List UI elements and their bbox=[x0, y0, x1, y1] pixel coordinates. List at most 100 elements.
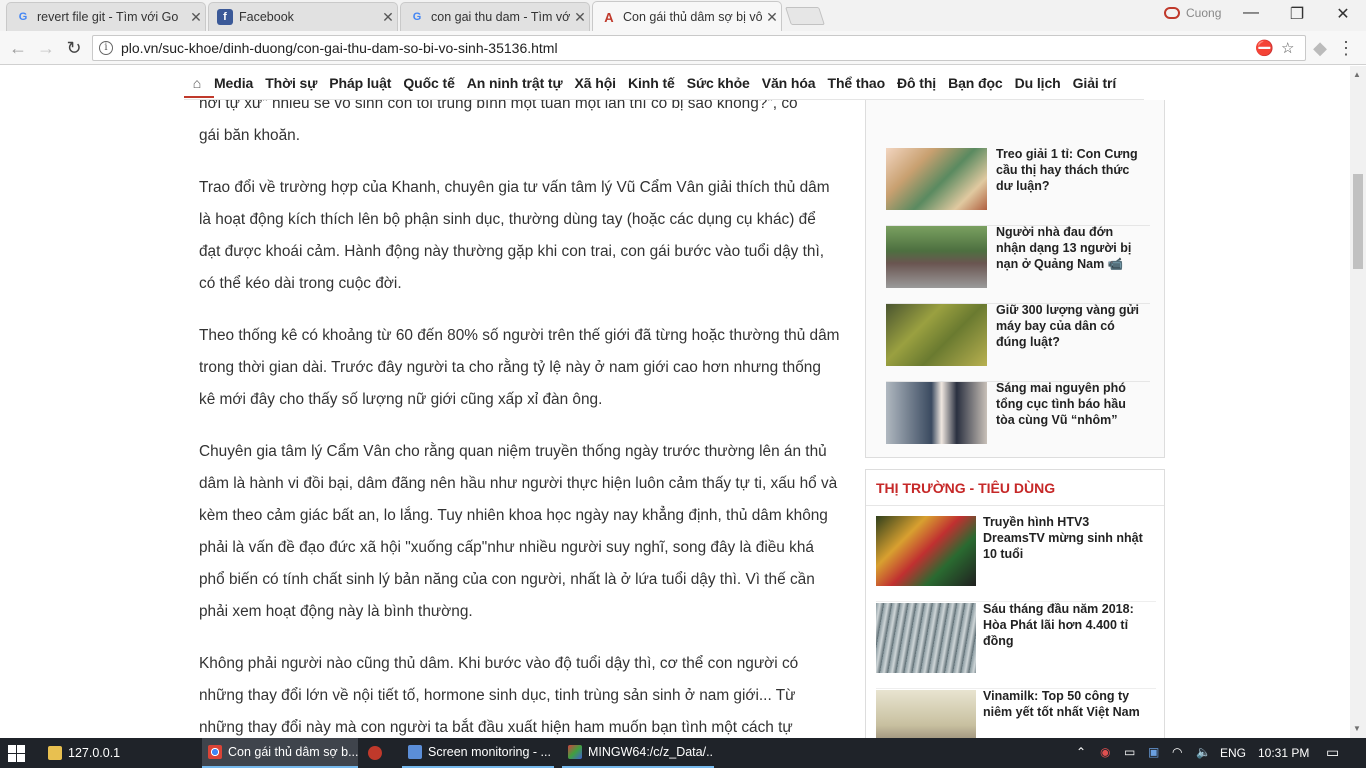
nav-item-thoi-su[interactable]: Thời sự bbox=[259, 75, 323, 91]
nav-item-giai-tri[interactable]: Giải trí bbox=[1067, 75, 1123, 91]
profile-button[interactable]: Cuong bbox=[1164, 6, 1221, 20]
forward-icon[interactable]: → bbox=[34, 36, 58, 60]
article-paragraph: Theo thống kê có khoảng từ 60 đến 80% số… bbox=[199, 327, 840, 408]
thumbnail-image bbox=[876, 603, 976, 673]
main-nav: ⌂ Media Thời sự Pháp luật Quốc tế An nin… bbox=[184, 66, 1144, 100]
page-scrollbar[interactable]: ▲ ▼ bbox=[1350, 66, 1366, 738]
menu-icon[interactable]: ⋮ bbox=[1334, 36, 1358, 60]
nav-item-kinh-te[interactable]: Kinh tế bbox=[622, 75, 681, 91]
home-icon[interactable]: ⌂ bbox=[186, 75, 208, 91]
minimize-icon[interactable]: — bbox=[1236, 4, 1266, 22]
article-body: hơi tự xử" nhiều sẽ vô sinh con tôi trun… bbox=[199, 88, 841, 738]
profile-icon bbox=[1164, 7, 1180, 19]
taskbar-item-label: Con gái thủ dâm sợ b... bbox=[228, 745, 358, 759]
url-text: plo.vn/suc-khoe/dinh-duong/con-gai-thu-d… bbox=[121, 40, 558, 56]
market-item[interactable]: Vinamilk: Top 50 công ty niêm yết tốt nh… bbox=[876, 689, 1156, 738]
nav-item-the-thao[interactable]: Thể thao bbox=[822, 75, 892, 91]
app-icon bbox=[408, 745, 422, 759]
scroll-down-icon[interactable]: ▼ bbox=[1353, 724, 1361, 733]
tab-active-article[interactable]: A Con gái thủ dâm sợ bị vô ✕ bbox=[592, 1, 782, 32]
site-info-icon[interactable]: i bbox=[99, 41, 113, 55]
google-icon: G bbox=[18, 11, 28, 23]
browser-toolbar: ← → ↻ i plo.vn/suc-khoe/dinh-duong/con-g… bbox=[0, 31, 1366, 65]
clock[interactable]: 10:31 PM bbox=[1258, 746, 1309, 760]
close-window-icon[interactable]: ✕ bbox=[1328, 4, 1358, 24]
tab-revert-file-git[interactable]: G revert file git - Tìm với Go ✕ bbox=[6, 2, 206, 31]
reload-icon[interactable]: ↻ bbox=[62, 36, 86, 60]
article-paragraph: Không phải người nào cũng thủ dâm. Khi b… bbox=[199, 655, 799, 736]
taskbar: 127.0.0.1 Con gái thủ dâm sợ b... Screen… bbox=[0, 738, 1366, 768]
web-page: ⌂ Media Thời sự Pháp luật Quốc tế An nin… bbox=[0, 66, 1350, 738]
windows-start-icon[interactable] bbox=[8, 745, 25, 762]
volume-icon[interactable]: 🔈 bbox=[1196, 745, 1211, 759]
article-paragraph: gái băn khoăn. bbox=[199, 127, 300, 144]
taskbar-item-explorer[interactable]: 127.0.0.1 bbox=[42, 738, 194, 768]
tab-strip: G revert file git - Tìm với Go ✕ f Faceb… bbox=[0, 0, 1366, 32]
tab-facebook[interactable]: f Facebook ✕ bbox=[208, 2, 398, 31]
thumbnail-image bbox=[886, 382, 987, 444]
nav-item-ban-doc[interactable]: Bạn đọc bbox=[942, 75, 1009, 91]
wifi-icon[interactable]: ◠ bbox=[1172, 745, 1182, 759]
chevron-up-icon[interactable]: ⌃ bbox=[1076, 745, 1086, 759]
sidebar-item[interactable]: Treo giải 1 tỉ: Con Cưng cầu thị hay thá… bbox=[886, 147, 1150, 226]
notification-icon[interactable]: ▭ bbox=[1326, 744, 1339, 761]
thumbnail-image bbox=[876, 516, 976, 586]
restore-icon[interactable]: ❐ bbox=[1282, 4, 1312, 24]
nav-item-phap-luat[interactable]: Pháp luật bbox=[323, 75, 397, 91]
language-indicator[interactable]: ENG bbox=[1220, 746, 1246, 760]
nav-item-an-ninh[interactable]: An ninh trật tự bbox=[461, 75, 569, 91]
video-icon: 📹 bbox=[1107, 257, 1124, 271]
back-icon[interactable]: ← bbox=[6, 36, 30, 60]
scrollbar-thumb[interactable] bbox=[1353, 174, 1363, 269]
address-bar[interactable]: i plo.vn/suc-khoe/dinh-duong/con-gai-thu… bbox=[92, 35, 1306, 61]
thumbnail-image bbox=[886, 304, 987, 366]
bookmark-star-icon[interactable]: ☆ bbox=[1281, 39, 1294, 57]
plo-icon: A bbox=[604, 9, 614, 25]
nav-item-xa-hoi[interactable]: Xã hội bbox=[569, 75, 622, 91]
thumbnail-image bbox=[886, 148, 987, 210]
sidebar-item[interactable]: Giữ 300 lượng vàng gửi máy bay của dân c… bbox=[886, 303, 1150, 382]
sidebar-item-title: Treo giải 1 tỉ: Con Cưng cầu thị hay thá… bbox=[996, 147, 1138, 193]
battery-icon[interactable]: ▭ bbox=[1124, 745, 1135, 759]
nav-item-suc-khoe[interactable]: Sức khỏe bbox=[681, 75, 756, 91]
article-paragraph: Trao đổi về trường hợp của Khanh, chuyên… bbox=[199, 179, 830, 292]
market-heading[interactable]: THỊ TRƯỜNG - TIÊU DÙNG bbox=[866, 470, 1164, 506]
sidebar-item[interactable]: Người nhà đau đớn nhận dạng 13 người bị … bbox=[886, 225, 1150, 304]
sidebar-item[interactable]: Sáng mai nguyên phó tổng cục tình báo hầ… bbox=[886, 381, 1150, 460]
close-icon[interactable]: ✕ bbox=[187, 9, 205, 26]
close-icon[interactable]: ✕ bbox=[379, 9, 397, 26]
taskbar-item-chrome[interactable]: Con gái thủ dâm sợ b... bbox=[202, 738, 358, 768]
profile-name: Cuong bbox=[1186, 6, 1222, 20]
taskbar-item-app[interactable] bbox=[362, 738, 398, 768]
app-tray-icon[interactable]: ◉ bbox=[1100, 745, 1110, 759]
extension-icon[interactable]: ◆ bbox=[1308, 36, 1332, 60]
sidebar-item-title: Giữ 300 lượng vàng gửi máy bay của dân c… bbox=[996, 303, 1140, 349]
facebook-icon: f bbox=[217, 9, 233, 25]
tab-con-gai-search[interactable]: G con gai thu dam - Tìm với ✕ bbox=[400, 2, 590, 31]
new-tab-button[interactable] bbox=[785, 7, 825, 25]
nav-active-indicator bbox=[184, 96, 214, 98]
taskbar-item-screen-monitoring[interactable]: Screen monitoring - ... bbox=[402, 738, 554, 768]
keyboard-icon[interactable]: ▣ bbox=[1148, 745, 1159, 759]
folder-icon bbox=[48, 746, 62, 760]
app-icon bbox=[368, 746, 382, 760]
google-icon: G bbox=[412, 11, 422, 23]
taskbar-item-mingw[interactable]: MINGW64:/c/z_Data/... bbox=[562, 738, 714, 768]
market-item[interactable]: Sáu tháng đầu năm 2018: Hòa Phát lãi hơn… bbox=[876, 602, 1156, 689]
camera-blocked-icon[interactable]: ⛔ bbox=[1255, 39, 1274, 57]
tab-title: con gai thu dam - Tìm với bbox=[431, 10, 571, 24]
taskbar-item-label: MINGW64:/c/z_Data/... bbox=[588, 745, 714, 759]
market-item-title: Sáu tháng đầu năm 2018: Hòa Phát lãi hơn… bbox=[983, 602, 1134, 648]
nav-item-quoc-te[interactable]: Quốc tế bbox=[397, 75, 460, 91]
scroll-up-icon[interactable]: ▲ bbox=[1353, 70, 1361, 79]
nav-item-media[interactable]: Media bbox=[208, 75, 259, 91]
sidebar-item-title: Sáng mai nguyên phó tổng cục tình báo hầ… bbox=[996, 381, 1126, 427]
close-icon[interactable]: ✕ bbox=[571, 9, 589, 26]
close-icon[interactable]: ✕ bbox=[763, 9, 781, 26]
nav-item-van-hoa[interactable]: Văn hóa bbox=[756, 75, 822, 91]
tab-title: Con gái thủ dâm sợ bị vô bbox=[623, 10, 763, 24]
nav-item-du-lich[interactable]: Du lịch bbox=[1009, 75, 1067, 91]
article-paragraph: Chuyên gia tâm lý Cẩm Vân cho rằng quan … bbox=[199, 443, 838, 620]
nav-item-do-thi[interactable]: Đô thị bbox=[891, 75, 942, 91]
market-item[interactable]: Truyền hình HTV3 DreamsTV mừng sinh nhật… bbox=[876, 515, 1156, 602]
